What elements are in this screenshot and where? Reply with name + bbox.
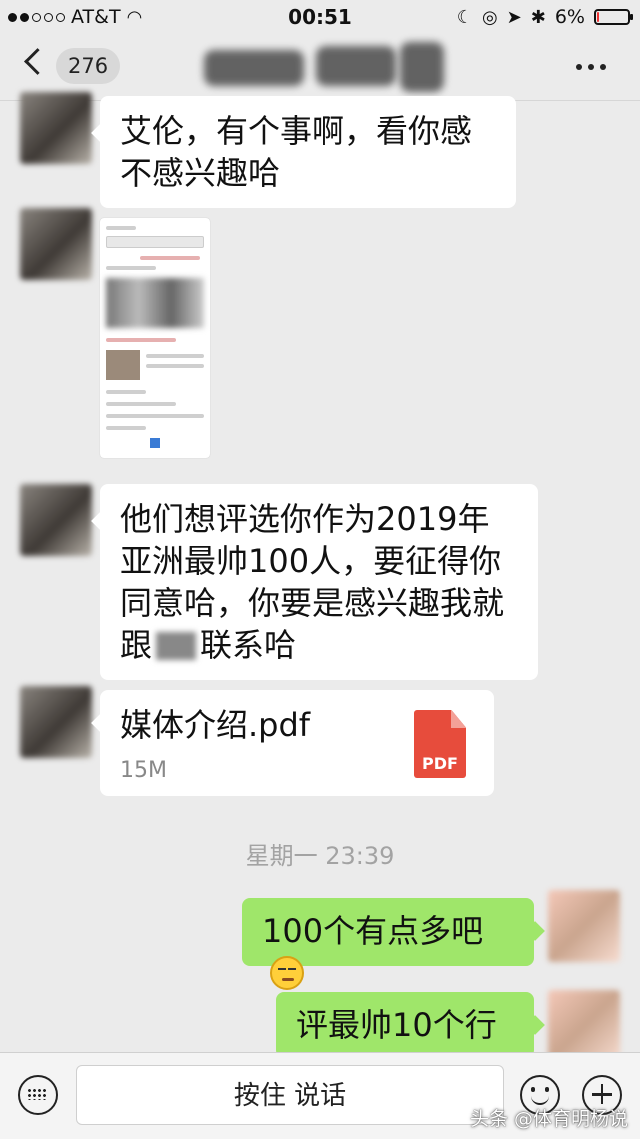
status-right: ☾ ◎ ➤ ✱ 6% [456, 6, 633, 28]
image-message[interactable] [100, 218, 210, 458]
contact-avatar[interactable] [20, 208, 92, 280]
contact-avatar[interactable] [20, 92, 92, 164]
contact-avatar[interactable] [20, 484, 92, 556]
do-not-disturb-icon: ☾ [456, 6, 473, 28]
redacted-name [156, 632, 197, 660]
file-size: 15M [120, 758, 167, 783]
file-name: 媒体介绍.pdf [120, 706, 311, 744]
unread-count-badge[interactable]: 276 [56, 48, 121, 84]
message-text: 联系哈 [200, 626, 297, 664]
timestamp: 星期一 23:39 [245, 842, 395, 870]
chat-header: 276 [0, 34, 640, 101]
battery-percent: 6% [554, 6, 585, 28]
status-bar: AT&T ◠ 00:51 ☾ ◎ ➤ ✱ 6% [0, 0, 640, 34]
message-text: 100个有点多吧 [262, 912, 484, 950]
watermark: 头条 @体育明杨说 [469, 1108, 628, 1130]
chat-title-redacted [200, 40, 450, 94]
message-bubble[interactable]: 他们想评选你作为2019年亚洲最帅100人，要征得你同意哈，你要是感兴趣我就跟联… [100, 484, 538, 680]
battery-icon [594, 9, 633, 25]
bluetooth-icon: ✱ [530, 6, 546, 28]
sent-message-bubble[interactable]: 评最帅10个行吗 [276, 992, 534, 1086]
more-icon[interactable] [576, 64, 606, 70]
back-chevron-icon[interactable] [24, 48, 51, 75]
message-bubble[interactable]: 艾伦，有个事啊，看你感不感兴趣哈 [100, 96, 516, 208]
my-avatar[interactable] [548, 890, 620, 962]
orientation-lock-icon: ◎ [481, 6, 498, 28]
file-message[interactable]: 媒体介绍.pdf 15M PDF [100, 690, 494, 796]
hold-to-talk-button[interactable]: 按住 说话 [76, 1065, 504, 1125]
keyboard-icon[interactable] [18, 1075, 58, 1115]
contact-avatar[interactable] [20, 686, 92, 758]
message-text: 艾伦，有个事啊，看你感不感兴趣哈 [120, 112, 473, 192]
sent-message-bubble[interactable]: 100个有点多吧 [242, 898, 534, 990]
pdf-icon: PDF [414, 710, 466, 778]
smirk-emoji-icon [270, 956, 304, 990]
location-icon: ➤ [506, 6, 522, 28]
